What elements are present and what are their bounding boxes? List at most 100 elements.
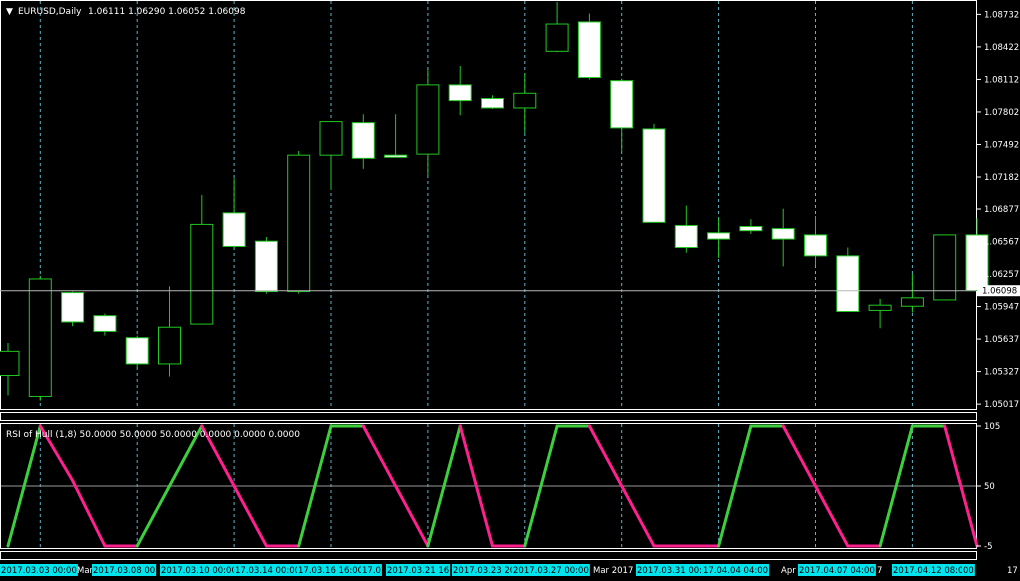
svg-text:17: 17 <box>1007 566 1018 576</box>
indicator-axis-label: 105 <box>984 422 1000 432</box>
candle <box>836 247 860 312</box>
candle-body-bear <box>577 21 601 79</box>
time-axis-label: Apr <box>781 566 796 576</box>
time-axis-label: 7 <box>877 566 882 576</box>
candle <box>287 150 311 294</box>
candle-body-bear <box>707 232 731 240</box>
candle-body-bull <box>190 223 214 325</box>
svg-text:2017.04.12 08:00: 2017.04.12 08:00 <box>893 566 969 576</box>
candle-body-bull <box>28 278 52 397</box>
price-axis-label: 1.06877 <box>984 205 1019 215</box>
candle <box>125 335 149 369</box>
svg-text:2017.03.08 00: 2017.03.08 00 <box>93 566 155 576</box>
time-axis-label: 2017.03.27 00:00 <box>512 564 590 576</box>
time-axis-label: 17.03.14 00:00 <box>234 564 302 576</box>
time-axis-label: 2017.03.23 20 <box>452 564 517 576</box>
price-axis-label: 1.07182 <box>984 173 1019 183</box>
svg-text:Apr: Apr <box>781 566 796 576</box>
candle-body-bull <box>287 154 311 293</box>
candle-body-bear <box>610 80 634 129</box>
candle <box>642 123 666 223</box>
svg-text:17.03.14 00:00: 17.03.14 00:00 <box>235 566 300 576</box>
price-axis-label: 1.05017 <box>984 400 1019 410</box>
price-axis-label: 1.08112 <box>984 75 1019 85</box>
chart-root: 1.08732 1.08422 1.08112 1.07802 1.07492 1.071… <box>0 0 1020 581</box>
svg-text:17.0: 17.0 <box>362 566 381 576</box>
indicator-axis-label: 50 <box>984 482 995 492</box>
indicator-title: RSI of Hull (1,8) 50.0000 50.0000 50.000… <box>6 430 300 440</box>
price-axis-label: 1.05637 <box>984 335 1019 345</box>
indicator-axis-label: -5 <box>984 542 992 552</box>
candle <box>254 236 278 294</box>
time-axis-label: 17.04.04 04:00 <box>702 564 770 576</box>
candle-body-bull <box>545 23 569 52</box>
candle-body-bull <box>416 84 440 155</box>
time-axis-label: 17.03.16 16:00 <box>297 564 365 576</box>
collapse-arrow-icon[interactable]: ▼ <box>6 7 13 17</box>
candle-body-bull <box>158 326 181 365</box>
symbol-title: EURUSD,Daily <box>18 7 82 17</box>
candle-body-bear <box>222 212 246 247</box>
svg-text:Mar 2017: Mar 2017 <box>593 566 633 576</box>
time-axis-label: 2017.04.07 04:00 <box>798 564 876 576</box>
time-axis: 2017.03.03 00:00 Mar 2017.03.08 00 2017.03.… <box>0 564 1018 576</box>
svg-text:00: 00 <box>963 566 974 576</box>
price-axis-label: 1.06257 <box>984 270 1019 280</box>
current-price-tag: 1.06098 <box>977 285 1020 297</box>
price-axis-label: 1.05947 <box>984 303 1019 313</box>
price-axis-label: 1.06567 <box>984 238 1019 248</box>
candle-body-bear <box>125 337 149 365</box>
time-axis-label: Mar 2017 <box>593 566 633 576</box>
candle-body-bear <box>384 154 408 158</box>
svg-text:Mar: Mar <box>77 566 94 576</box>
candle-body-bull <box>513 92 537 109</box>
candle <box>577 13 601 80</box>
svg-text:2017.04.07 04:00: 2017.04.07 04:00 <box>799 566 875 576</box>
candle-body-bear <box>351 122 375 159</box>
candle-body-bear <box>674 224 698 248</box>
current-price-label: 1.06098 <box>982 287 1017 297</box>
candle-body-bear <box>642 128 666 223</box>
svg-text:17.04.04 04:00: 17.04.04 04:00 <box>703 566 768 576</box>
time-axis-label: 2017.03.08 00 <box>92 564 157 576</box>
candle-body-bear <box>93 315 117 332</box>
candle <box>61 291 85 327</box>
candle-body-bear <box>448 84 472 102</box>
svg-text:2017.03.31 00:00: 2017.03.31 00:00 <box>637 566 713 576</box>
time-axis-label: 17 <box>1007 566 1018 576</box>
candle-body-bear <box>836 255 860 312</box>
candle <box>28 275 52 401</box>
svg-text:2017.03.03 00:00: 2017.03.03 00:00 <box>1 566 77 576</box>
time-axis-label: 17.0 <box>361 564 382 576</box>
ohlc-readout: 1.06111 1.06290 1.06052 1.06098 <box>88 7 246 17</box>
candle-body-bear <box>804 234 827 257</box>
svg-text:2017.03.23 20: 2017.03.23 20 <box>453 566 515 576</box>
candle-body-bear <box>481 98 504 109</box>
time-axis-label: Mar <box>77 566 94 576</box>
candle-body-bear <box>254 240 278 293</box>
time-axis-label: 00 <box>962 564 975 576</box>
svg-text:2017.03.10 00:00: 2017.03.10 00:00 <box>161 566 237 576</box>
candle-body-bull <box>868 304 892 311</box>
time-axis-label: 2017.04.12 08:00 <box>892 564 970 576</box>
candle-body-bear <box>739 226 763 232</box>
candle-body-bull <box>0 350 20 376</box>
price-axis-label: 1.07802 <box>984 108 1019 118</box>
time-axis-label: 2017.03.21 16 <box>386 564 451 576</box>
candle-body-bear <box>61 292 85 323</box>
candle-body-bull <box>900 297 924 307</box>
time-axis-label: 2017.03.10 00:00 <box>160 564 238 576</box>
time-axis-label: 2017.03.03 00:00 <box>0 564 78 576</box>
candle-body-bear <box>771 228 795 240</box>
price-axis-label: 1.07492 <box>984 140 1019 150</box>
svg-text:2017.03.27 00:00: 2017.03.27 00:00 <box>513 566 589 576</box>
svg-text:17.03.16 16:00: 17.03.16 16:00 <box>298 566 363 576</box>
candle <box>933 234 957 301</box>
candle-body-bull <box>319 121 343 156</box>
svg-text:7: 7 <box>877 566 882 576</box>
price-axis-label: 1.08732 <box>984 10 1019 20</box>
svg-text:2017.03.21 16: 2017.03.21 16 <box>387 566 449 576</box>
candle-body-bull <box>933 234 957 301</box>
price-axis-label: 1.05327 <box>984 368 1019 378</box>
price-axis-label: 1.08422 <box>984 43 1019 53</box>
